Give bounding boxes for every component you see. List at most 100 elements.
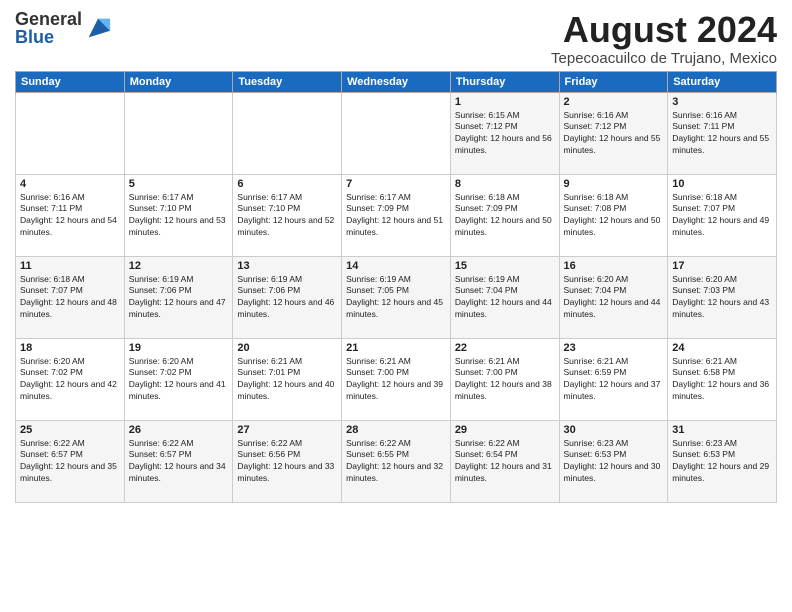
day-info: Sunrise: 6:21 AMSunset: 7:00 PMDaylight:… <box>346 356 446 404</box>
week-row-1: 1Sunrise: 6:15 AMSunset: 7:12 PMDaylight… <box>16 92 777 174</box>
day-number: 7 <box>346 178 446 190</box>
day-cell: 4 Sunrise: 6:16 AMSunset: 7:11 PMDaylight… <box>16 174 125 256</box>
day-cell <box>233 92 342 174</box>
location: Tepecoacuilco de Trujano, Mexico <box>551 50 777 67</box>
week-row-2: 4 Sunrise: 6:16 AMSunset: 7:11 PMDaylight… <box>16 174 777 256</box>
day-number: 6 <box>237 178 337 190</box>
day-info: Sunrise: 6:19 AMSunset: 7:06 PMDaylight:… <box>237 274 337 322</box>
day-number: 20 <box>237 342 337 354</box>
day-cell: 27Sunrise: 6:22 AMSunset: 6:56 PMDayligh… <box>233 420 342 502</box>
day-cell: 29 Sunrise: 6:22 AMSunset: 6:54 PMDayligh… <box>450 420 559 502</box>
day-cell <box>124 92 233 174</box>
day-number: 3 <box>672 96 772 108</box>
day-cell: 11 Sunrise: 6:18 AMSunset: 7:07 PMDayligh… <box>16 256 125 338</box>
day-number: 25 <box>20 424 120 436</box>
day-cell: 24 Sunrise: 6:21 AMSunset: 6:58 PMDayligh… <box>668 338 777 420</box>
day-info: Sunrise: 6:18 AMSunset: 7:07 PMDaylight:… <box>20 274 120 322</box>
day-number: 23 <box>564 342 664 354</box>
day-cell: 17Sunrise: 6:20 AMSunset: 7:03 PMDayligh… <box>668 256 777 338</box>
day-cell: 8 Sunrise: 6:18 AMSunset: 7:09 PMDaylight… <box>450 174 559 256</box>
col-header-monday: Monday <box>124 71 233 92</box>
col-header-tuesday: Tuesday <box>233 71 342 92</box>
day-number: 8 <box>455 178 555 190</box>
day-cell: 30Sunrise: 6:23 AMSunset: 6:53 PMDayligh… <box>559 420 668 502</box>
day-info: Sunrise: 6:16 AMSunset: 7:11 PMDaylight:… <box>672 110 772 158</box>
col-header-wednesday: Wednesday <box>342 71 451 92</box>
day-cell: 26 Sunrise: 6:22 AMSunset: 6:57 PMDayligh… <box>124 420 233 502</box>
day-number: 11 <box>20 260 120 272</box>
day-cell <box>342 92 451 174</box>
day-info: Sunrise: 6:20 AMSunset: 7:02 PMDaylight:… <box>20 356 120 404</box>
day-info: Sunrise: 6:22 AMSunset: 6:57 PMDaylight:… <box>129 438 229 486</box>
day-info: Sunrise: 6:17 AMSunset: 7:10 PMDaylight:… <box>129 192 229 240</box>
day-number: 28 <box>346 424 446 436</box>
day-cell: 14Sunrise: 6:19 AMSunset: 7:05 PMDayligh… <box>342 256 451 338</box>
day-cell: 5 Sunrise: 6:17 AMSunset: 7:10 PMDaylight… <box>124 174 233 256</box>
day-info: Sunrise: 6:16 AMSunset: 7:11 PMDaylight:… <box>20 192 120 240</box>
col-header-saturday: Saturday <box>668 71 777 92</box>
day-info: Sunrise: 6:21 AMSunset: 6:59 PMDaylight:… <box>564 356 664 404</box>
day-cell: 10Sunrise: 6:18 AMSunset: 7:07 PMDayligh… <box>668 174 777 256</box>
day-cell: 28 Sunrise: 6:22 AMSunset: 6:55 PMDayligh… <box>342 420 451 502</box>
day-number: 22 <box>455 342 555 354</box>
day-number: 2 <box>564 96 664 108</box>
day-number: 26 <box>129 424 229 436</box>
col-header-friday: Friday <box>559 71 668 92</box>
day-info: Sunrise: 6:21 AMSunset: 7:00 PMDaylight:… <box>455 356 555 404</box>
calendar-table: SundayMondayTuesdayWednesdayThursdayFrid… <box>15 71 777 503</box>
logo-general: General <box>15 10 82 28</box>
week-row-4: 18Sunrise: 6:20 AMSunset: 7:02 PMDayligh… <box>16 338 777 420</box>
logo-text: General Blue <box>15 10 82 46</box>
day-info: Sunrise: 6:20 AMSunset: 7:02 PMDaylight:… <box>129 356 229 404</box>
day-cell: 19Sunrise: 6:20 AMSunset: 7:02 PMDayligh… <box>124 338 233 420</box>
day-number: 27 <box>237 424 337 436</box>
day-info: Sunrise: 6:22 AMSunset: 6:57 PMDaylight:… <box>20 438 120 486</box>
day-number: 31 <box>672 424 772 436</box>
month-title: August 2024 <box>551 10 777 50</box>
day-number: 15 <box>455 260 555 272</box>
day-info: Sunrise: 6:19 AMSunset: 7:05 PMDaylight:… <box>346 274 446 322</box>
logo: General Blue <box>15 10 112 46</box>
header-row: General Blue August 2024 Tepecoacuilco d… <box>15 10 777 67</box>
day-info: Sunrise: 6:22 AMSunset: 6:55 PMDaylight:… <box>346 438 446 486</box>
day-number: 4 <box>20 178 120 190</box>
day-info: Sunrise: 6:21 AMSunset: 7:01 PMDaylight:… <box>237 356 337 404</box>
day-cell: 31 Sunrise: 6:23 AMSunset: 6:53 PMDayligh… <box>668 420 777 502</box>
day-number: 21 <box>346 342 446 354</box>
header-row-days: SundayMondayTuesdayWednesdayThursdayFrid… <box>16 71 777 92</box>
day-cell: 7 Sunrise: 6:17 AMSunset: 7:09 PMDaylight… <box>342 174 451 256</box>
day-info: Sunrise: 6:20 AMSunset: 7:03 PMDaylight:… <box>672 274 772 322</box>
day-cell: 13Sunrise: 6:19 AMSunset: 7:06 PMDayligh… <box>233 256 342 338</box>
day-number: 16 <box>564 260 664 272</box>
day-info: Sunrise: 6:18 AMSunset: 7:09 PMDaylight:… <box>455 192 555 240</box>
day-number: 12 <box>129 260 229 272</box>
calendar-container: General Blue August 2024 Tepecoacuilco d… <box>0 0 792 612</box>
day-info: Sunrise: 6:16 AMSunset: 7:12 PMDaylight:… <box>564 110 664 158</box>
day-cell: 6Sunrise: 6:17 AMSunset: 7:10 PMDaylight… <box>233 174 342 256</box>
day-cell: 1Sunrise: 6:15 AMSunset: 7:12 PMDaylight… <box>450 92 559 174</box>
day-cell: 9 Sunrise: 6:18 AMSunset: 7:08 PMDaylight… <box>559 174 668 256</box>
logo-blue: Blue <box>15 28 82 46</box>
day-info: Sunrise: 6:23 AMSunset: 6:53 PMDaylight:… <box>564 438 664 486</box>
day-number: 1 <box>455 96 555 108</box>
day-cell: 20 Sunrise: 6:21 AMSunset: 7:01 PMDayligh… <box>233 338 342 420</box>
day-info: Sunrise: 6:18 AMSunset: 7:08 PMDaylight:… <box>564 192 664 240</box>
col-header-thursday: Thursday <box>450 71 559 92</box>
day-info: Sunrise: 6:21 AMSunset: 6:58 PMDaylight:… <box>672 356 772 404</box>
day-number: 9 <box>564 178 664 190</box>
day-cell: 18Sunrise: 6:20 AMSunset: 7:02 PMDayligh… <box>16 338 125 420</box>
title-block: August 2024 Tepecoacuilco de Trujano, Me… <box>551 10 777 67</box>
day-cell <box>16 92 125 174</box>
day-info: Sunrise: 6:22 AMSunset: 6:54 PMDaylight:… <box>455 438 555 486</box>
day-number: 29 <box>455 424 555 436</box>
day-cell: 16Sunrise: 6:20 AMSunset: 7:04 PMDayligh… <box>559 256 668 338</box>
day-info: Sunrise: 6:19 AMSunset: 7:04 PMDaylight:… <box>455 274 555 322</box>
day-info: Sunrise: 6:23 AMSunset: 6:53 PMDaylight:… <box>672 438 772 486</box>
day-cell: 21 Sunrise: 6:21 AMSunset: 7:00 PMDayligh… <box>342 338 451 420</box>
day-number: 5 <box>129 178 229 190</box>
day-number: 24 <box>672 342 772 354</box>
day-info: Sunrise: 6:19 AMSunset: 7:06 PMDaylight:… <box>129 274 229 322</box>
week-row-3: 11 Sunrise: 6:18 AMSunset: 7:07 PMDayligh… <box>16 256 777 338</box>
col-header-sunday: Sunday <box>16 71 125 92</box>
day-info: Sunrise: 6:17 AMSunset: 7:09 PMDaylight:… <box>346 192 446 240</box>
